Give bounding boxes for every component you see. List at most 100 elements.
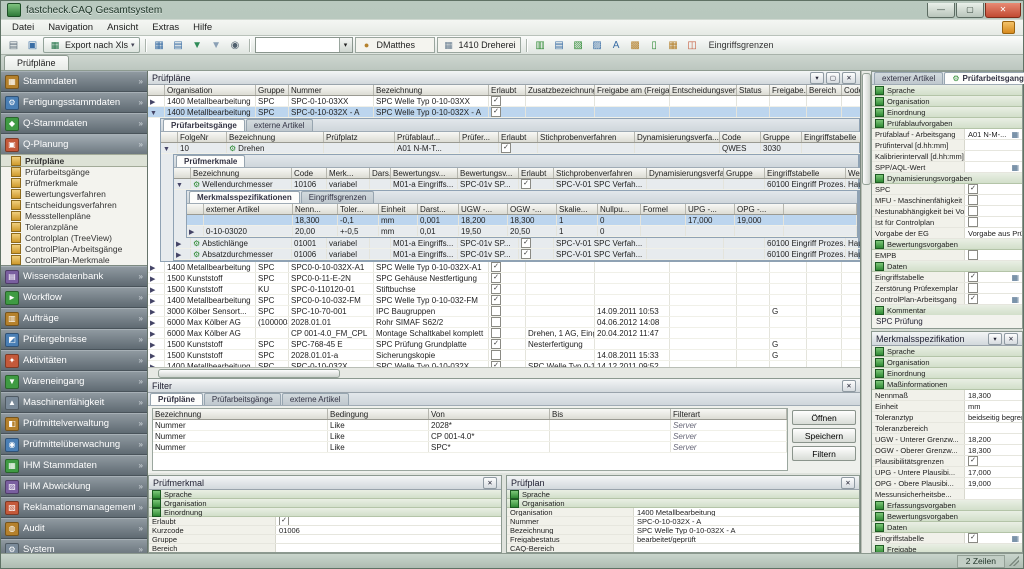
quick-access-icon[interactable] — [1002, 21, 1015, 34]
row-expander-icon[interactable]: ▶ — [150, 99, 155, 106]
prop-section-daten[interactable]: Daten — [872, 261, 1022, 272]
chart-icon[interactable]: ▨ — [589, 37, 606, 53]
tab-externe-artikel[interactable]: externe Artikel — [246, 119, 313, 131]
prop-section-erfassungsvorgaben[interactable]: Erfassungsvorgaben — [872, 500, 1022, 511]
row-expander-icon[interactable]: ▶ — [150, 287, 155, 294]
column-header-bezeichnung[interactable]: Bezeichnung — [374, 85, 489, 96]
table-row[interactable]: ▶6000 Max Kölber AGCP 001-4.0_FM_CPLMont… — [148, 328, 860, 339]
table-row[interactable]: ▶1500 KunststoffKUSPC-0-110120-01Stiftbu… — [148, 284, 860, 295]
minimize-button[interactable] — [927, 3, 955, 18]
row-expander-icon[interactable]: ▶ — [189, 229, 194, 236]
table-lookup-icon[interactable]: ▦ — [1011, 273, 1019, 282]
sidebar-item-controlplan-treeview[interactable]: Controlplan (TreeView) — [1, 232, 147, 243]
table-lookup-icon[interactable]: ▦ — [1011, 534, 1019, 543]
table-row[interactable]: NummerLike2028*Server — [153, 420, 787, 431]
sidebar-item-controlplan-arbeitsgänge[interactable]: ControlPlan-Arbeitsgänge — [1, 243, 147, 254]
speichern-button[interactable]: Speichern — [792, 428, 856, 443]
checkbox-checked[interactable]: ✓ — [968, 272, 978, 282]
font-icon[interactable]: A — [608, 37, 625, 53]
table-row[interactable]: 18,300-0,1mm0,00118,20018,3001017,00019,… — [187, 215, 857, 226]
plans-scroll-area[interactable]: OrganisationGruppeNummerBezeichnungErlau… — [148, 85, 860, 367]
table-row[interactable]: ▶1400 MetallbearbeitungSPCSPC-0-10-03XXS… — [148, 96, 860, 107]
dock-close-icon[interactable] — [1004, 333, 1018, 345]
column-header-erlaubt[interactable]: Erlaubt — [519, 168, 554, 179]
sidebar-section-q-stammdaten[interactable]: ◆Q-Stammdaten» — [1, 113, 147, 134]
sidebar-section-wareneingang[interactable]: ▼Wareneingang» — [1, 371, 147, 392]
table-lookup-icon[interactable]: ▦ — [1011, 295, 1019, 304]
column-header-bewertungsv[interactable]: Bewertungsv... — [391, 168, 458, 179]
sidebar-section-fertigungsstammdaten[interactable]: ⚙Fertigungsstammdaten» — [1, 92, 147, 113]
filter-close-icon[interactable] — [842, 380, 856, 392]
sidebar-section-ihm-abwicklung[interactable]: ▨IHM Abwicklung» — [1, 476, 147, 497]
notes-icon[interactable]: ▩ — [627, 37, 644, 53]
table-row[interactable]: ▶3000 Kölber Sensort...SPCSPC-10-70-001I… — [148, 306, 860, 317]
print-icon[interactable]: ▤ — [5, 37, 22, 53]
prop-row-kurzcode[interactable]: Kurzcode01006 — [149, 526, 501, 535]
column-header-bezeichnung[interactable]: Bezeichnung — [153, 409, 328, 420]
prop-section-dynamisierungsvorgaben[interactable]: Dynamisierungsvorgaben — [872, 173, 1022, 184]
prop-section-freigabe[interactable]: Freigabe — [872, 544, 1022, 552]
column-header-bezeichnung[interactable]: Bezeichnung — [227, 132, 324, 143]
checkbox-checked[interactable]: ✓ — [521, 179, 531, 189]
prop-row-nestunabhängigkeit-bei-vor[interactable]: Nestunabhängigkeit bei Vor... — [872, 206, 1022, 217]
row-expander-icon[interactable]: ▶ — [176, 252, 181, 259]
prop-row-ogw-oberer-grenzw[interactable]: OGW - Oberer Grenzw...18,300 — [872, 445, 1022, 456]
menu-navigation[interactable]: Navigation — [41, 22, 100, 33]
sidebar-section-system[interactable]: ⚙System» — [1, 539, 147, 553]
exit-icon[interactable]: ◫ — [684, 37, 701, 53]
column-header-von[interactable]: Von — [429, 409, 550, 420]
column-header-freigabe-am-freigabe[interactable]: Freigabe am (Freigabe) — [595, 85, 670, 96]
tab-externer-artikel-right[interactable]: externer Artikel — [874, 72, 943, 84]
report-icon[interactable]: ▥ — [532, 37, 549, 53]
sidebar-section-aktivitäten[interactable]: ✦Aktivitäten» — [1, 350, 147, 371]
prop-row-empb[interactable]: EMPB — [872, 250, 1022, 261]
filter-tab-externe-artikel[interactable]: externe Artikel — [282, 393, 349, 405]
column-header-code[interactable]: Code — [720, 132, 761, 143]
sidebar-item-prüfmerkmale[interactable]: Prüfmerkmale — [1, 177, 147, 188]
checkbox-checked[interactable]: ✓ — [968, 533, 978, 543]
column-header-upg[interactable]: UPG -... — [686, 204, 735, 215]
prop-row-spc[interactable]: SPC✓ — [872, 184, 1022, 195]
tab-prufplane-document[interactable]: Prüfpläne — [4, 55, 69, 70]
prop-row-controlplan-arbeitsgang[interactable]: ControlPlan-Arbeitsgang✓▦ — [872, 294, 1022, 305]
filter-clear-icon[interactable]: ▼ — [208, 37, 225, 53]
column-header-externer-artikel[interactable]: externer Artikel — [204, 204, 293, 215]
filter-table[interactable]: BezeichnungBedingungVonBisFilterartNumme… — [153, 409, 787, 453]
prop-section-bewertungsvorgaben[interactable]: Bewertungsvorgaben — [872, 239, 1022, 250]
column-header-darst[interactable]: Darst... — [418, 204, 459, 215]
offnen-button[interactable]: Öffnen — [792, 410, 856, 425]
column-header-prüfer[interactable]: Prüfer... — [460, 132, 499, 143]
column-header-wertigkeit[interactable]: Wertigkeit — [846, 168, 861, 179]
row-expander-icon[interactable]: ▶ — [150, 342, 155, 349]
prop-row-toleranztyp[interactable]: Toleranztypbeidseitig begrenzt — [872, 412, 1022, 423]
column-header-gruppe[interactable]: Gruppe — [724, 168, 765, 179]
column-header-code[interactable]: Code — [292, 168, 327, 179]
prop-row-ugw-unterer-grenzw[interactable]: UGW - Unterer Grenzw...18,200 — [872, 434, 1022, 445]
sidebar-item-prüfpläne[interactable]: Prüfpläne — [1, 155, 147, 166]
row-expander-icon[interactable]: ▼ — [150, 110, 157, 117]
column-header-bereich[interactable]: Bereich — [807, 85, 842, 96]
prop-row-vorgabe-der-eg[interactable]: Vorgabe der EGVorgabe aus Prü... — [872, 228, 1022, 239]
checkbox-checked[interactable]: ✓ — [491, 284, 501, 294]
column-header-organisation[interactable]: Organisation — [165, 85, 256, 96]
document-icon[interactable]: ▧ — [570, 37, 587, 53]
column-header-opg[interactable]: OPG -... — [735, 204, 784, 215]
column-header-stichprobenverfahren[interactable]: Stichprobenverfahren — [554, 168, 647, 179]
checkbox-checked[interactable]: ✓ — [968, 456, 978, 466]
sidebar-section-reklamationsmanagement[interactable]: ▧Reklamationsmanagement» — [1, 497, 147, 518]
table-row[interactable]: ▶1500 KunststoffSPCSPC0-0-11-E-2NSPC Geh… — [148, 273, 860, 284]
column-header-gruppe[interactable]: Gruppe — [761, 132, 802, 143]
prop-row-kalibrierintervall-d-hh-mm[interactable]: Kalibrierintervall [d.hh:mm] — [872, 151, 1022, 162]
column-header-freigabe[interactable]: Freigabe... — [770, 85, 807, 96]
table-row[interactable]: ▶1500 KunststoffSPCSPC-768-45 ESPC Prüfu… — [148, 339, 860, 350]
horizontal-scrollbar[interactable] — [148, 367, 860, 378]
column-header-bewertungsv[interactable]: Bewertungsv... — [458, 168, 519, 179]
prop-row-eingriffstabelle[interactable]: Eingriffstabelle✓▦ — [872, 533, 1022, 544]
eye-icon[interactable]: ◉ — [227, 37, 244, 53]
column-header-skalie[interactable]: Skalie... — [557, 204, 598, 215]
sidebar-item-bewertungsverfahren[interactable]: Bewertungsverfahren — [1, 188, 147, 199]
tab-prufarbeitsgaenge[interactable]: Prüfarbeitsgänge — [163, 119, 245, 131]
column-header-entscheidungsverfäh[interactable]: Entscheidungsverfäh... — [670, 85, 737, 96]
sidebar-section-audit[interactable]: ◍Audit» — [1, 518, 147, 539]
checkbox-unchecked[interactable] — [968, 283, 978, 293]
